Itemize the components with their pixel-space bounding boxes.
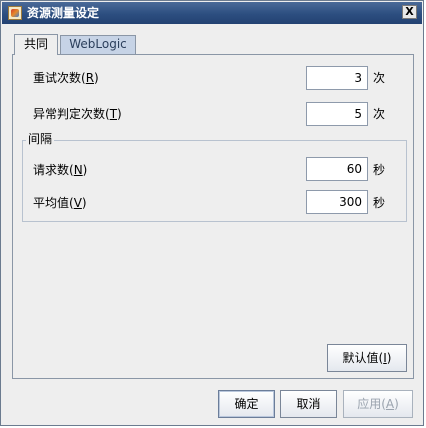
average-input[interactable]: 300 bbox=[306, 190, 368, 214]
dialog-window: 资源测量设定 X 共同 WebLogic 重试次数(R) 3 次 异常判定次数(… bbox=[0, 0, 424, 426]
cancel-button[interactable]: 取消 bbox=[280, 390, 337, 418]
abnormal-count-unit: 次 bbox=[373, 107, 386, 121]
retry-count-label: 重试次数(R) bbox=[33, 71, 99, 85]
request-count-unit: 秒 bbox=[373, 163, 386, 177]
average-label: 平均值(V) bbox=[33, 196, 87, 210]
ok-button[interactable]: 确定 bbox=[218, 390, 275, 418]
request-count-input[interactable]: 60 bbox=[306, 157, 368, 181]
tab-common[interactable]: 共同 bbox=[14, 34, 58, 55]
title-bar[interactable]: 资源测量设定 X bbox=[2, 2, 422, 24]
average-unit: 秒 bbox=[373, 196, 386, 210]
default-values-button[interactable]: 默认值(I) bbox=[327, 344, 407, 372]
apply-button[interactable]: 应用(A) bbox=[343, 390, 413, 418]
interval-group-title: 间隔 bbox=[26, 132, 55, 146]
close-button[interactable]: X bbox=[402, 5, 417, 19]
abnormal-count-label: 异常判定次数(T) bbox=[33, 107, 122, 121]
retry-count-input[interactable]: 3 bbox=[306, 66, 368, 90]
abnormal-count-input[interactable]: 5 bbox=[306, 102, 368, 126]
retry-count-unit: 次 bbox=[373, 71, 386, 85]
window-title: 资源测量设定 bbox=[27, 6, 100, 20]
request-count-label: 请求数(N) bbox=[33, 163, 88, 177]
tab-weblogic[interactable]: WebLogic bbox=[60, 35, 136, 54]
app-icon bbox=[8, 6, 22, 20]
